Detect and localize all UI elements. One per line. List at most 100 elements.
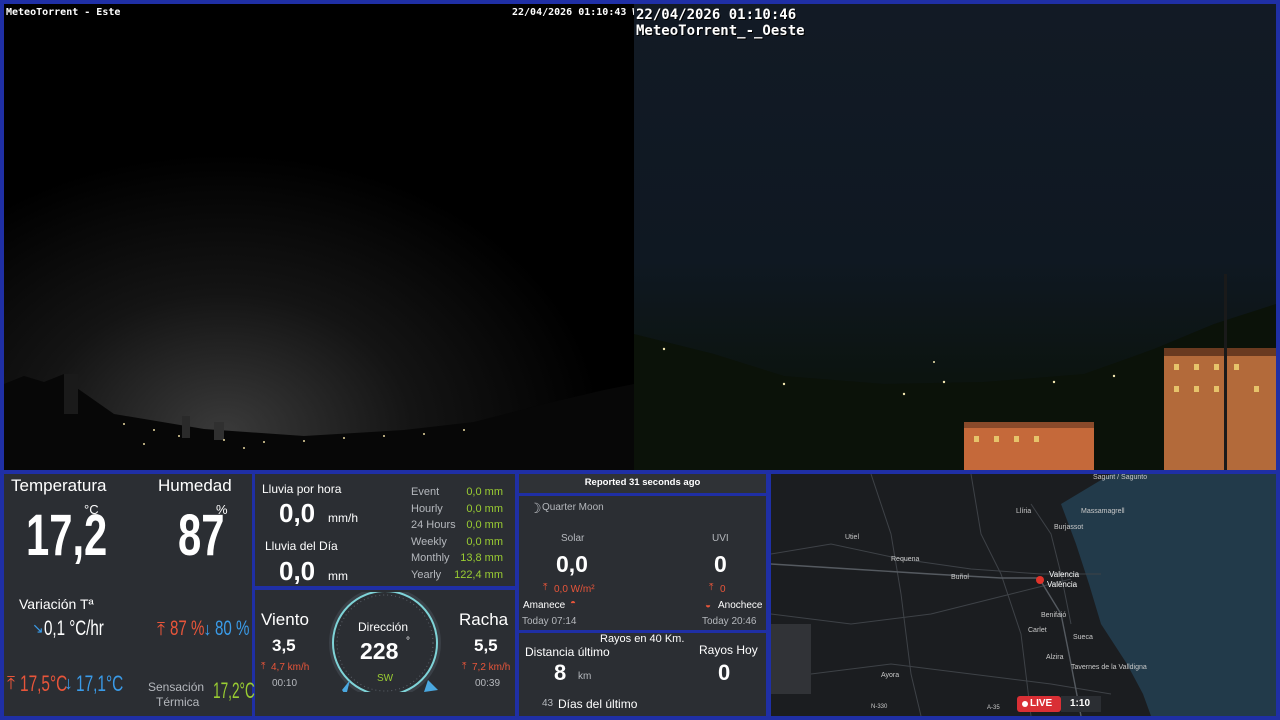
temperature-unit: °C bbox=[84, 502, 99, 517]
moon-icon: ☽ bbox=[529, 500, 542, 516]
map-town: València bbox=[1047, 580, 1078, 589]
humidity-title: Humedad bbox=[158, 476, 232, 495]
map-town: Buñol bbox=[951, 574, 969, 581]
map-road-label: N-330 bbox=[871, 704, 888, 710]
uvi-max: 0 bbox=[720, 584, 726, 595]
temperature-min: 17,1°C bbox=[76, 671, 124, 696]
wind-title: Viento bbox=[261, 610, 309, 629]
map-road-label: A-35 bbox=[987, 705, 1000, 711]
sunrise-title: Amanece bbox=[523, 600, 566, 611]
east-camera-title: MeteoTorrent - Este bbox=[6, 7, 121, 18]
lightning-days-value: 43 bbox=[542, 698, 554, 709]
rain-row: Yearly 122,4 mm bbox=[411, 568, 503, 581]
max-arrow-icon: ⤒ bbox=[157, 619, 165, 639]
temperature-max: 17,5°C bbox=[20, 671, 68, 696]
map-town: Carlet bbox=[1028, 627, 1047, 634]
temperature-title: Temperatura bbox=[11, 476, 107, 495]
humidity-min: 80 % bbox=[215, 617, 250, 640]
solar-max-arrow-icon: ⤒ bbox=[543, 582, 548, 593]
rain-row: Monthly 13,8 mm bbox=[411, 552, 503, 564]
map-town: Llíria bbox=[1016, 508, 1032, 515]
direction-value: 228 bbox=[360, 638, 399, 664]
west-camera-title: MeteoTorrent_-_Oeste bbox=[636, 23, 805, 39]
reported-text: Reported 31 seconds ago bbox=[584, 477, 701, 488]
gust-title: Racha bbox=[459, 610, 509, 629]
wind-panel: Viento 3,5 ⤒ 4,7 km/h 00:10 Dirección 22… bbox=[255, 590, 515, 716]
rain-totals-list: Event 0,0 mm Hourly 0,0 mm 24 Hours 0,0 mm … bbox=[410, 486, 510, 585]
rain-hourly-value: 0,0 bbox=[279, 498, 316, 528]
rain-day-title: Lluvia del Día bbox=[265, 539, 338, 553]
lightning-distance-unit: km bbox=[578, 671, 592, 682]
map-town: Valencia bbox=[1049, 570, 1080, 579]
station-location-marker bbox=[1036, 576, 1044, 584]
live-label: LIVE bbox=[1030, 698, 1053, 709]
feels-like-value: 17,2°C bbox=[213, 678, 255, 703]
gust-max-arrow-icon: ⤒ bbox=[462, 661, 467, 672]
gust-direction-pointer bbox=[424, 680, 438, 692]
temp-max-arrow-icon: ⤒ bbox=[7, 673, 15, 693]
humidity-max: 87 % bbox=[170, 617, 205, 640]
rain-row: 24 Hours 0,0 mm bbox=[411, 519, 503, 531]
lightning-days-label: Días del último bbox=[558, 697, 638, 711]
lightning-distance-title: Distancia último bbox=[525, 645, 610, 659]
gust-max: 7,2 km/h bbox=[472, 662, 511, 673]
map-time-box: 1:10 bbox=[1061, 696, 1101, 712]
direction-title: Dirección bbox=[358, 620, 409, 634]
map-town: Requena bbox=[891, 556, 920, 563]
map-town: Sagunt / Sagunto bbox=[1093, 474, 1148, 481]
map-town: Benifaió bbox=[1041, 612, 1067, 619]
gust-max-time: 00:39 bbox=[475, 678, 501, 689]
map-town: Utiel bbox=[845, 534, 860, 541]
solar-max: 0,0 W/m² bbox=[554, 584, 595, 595]
map-town: Burjassot bbox=[1054, 524, 1084, 531]
solar-title: Solar bbox=[561, 533, 585, 544]
solar-value: 0,0 bbox=[556, 551, 588, 577]
variation-value: 0,1 °C/hr bbox=[44, 617, 104, 640]
trend-down-icon: ↘ bbox=[32, 620, 44, 636]
rain-row: Hourly 0,0 mm bbox=[411, 502, 503, 515]
temp-min-arrow-icon: ↓ bbox=[64, 673, 73, 693]
moon-phase: Quarter Moon bbox=[542, 502, 604, 513]
rain-row: Weekly 0,0 mm bbox=[411, 535, 503, 548]
lightning-panel: Rayos en 40 Km. Distancia último 8 km Ra… bbox=[519, 633, 766, 716]
direction-unit: ° bbox=[406, 636, 410, 647]
wind-max-arrow-icon: ⤒ bbox=[261, 661, 266, 672]
uvi-value: 0 bbox=[714, 551, 727, 577]
sunrise-icon: ◓ bbox=[570, 598, 577, 609]
feels-like-label-1: Sensación bbox=[148, 680, 205, 694]
rain-hourly-title: Lluvia por hora bbox=[262, 482, 342, 496]
lightning-map[interactable]: Sagunt / Sagunto Massamagrell Llíria Bur… bbox=[771, 474, 1276, 716]
sunset-title: Anochece bbox=[718, 600, 763, 611]
humidity-unit: % bbox=[216, 502, 228, 517]
live-dot-icon bbox=[1022, 701, 1028, 707]
west-city-skyline bbox=[634, 274, 1276, 470]
solar-panel: ☽ Quarter Moon Solar 0,0 ⤒ 0,0 W/m² UVI … bbox=[519, 496, 766, 630]
map-time: 1:10 bbox=[1070, 698, 1091, 709]
map-town: Alzira bbox=[1046, 654, 1064, 661]
sunset-icon: ◒ bbox=[705, 600, 712, 611]
wind-value: 3,5 bbox=[272, 636, 296, 655]
reported-bar: Reported 31 seconds ago bbox=[519, 474, 766, 493]
uvi-title: UVI bbox=[712, 533, 729, 544]
wind-max: 4,7 km/h bbox=[271, 662, 310, 673]
sunrise-time: Today 07:14 bbox=[522, 616, 577, 627]
lightning-title: Rayos en 40 Km. bbox=[600, 633, 685, 645]
rain-hourly-unit: mm/h bbox=[328, 511, 358, 525]
rain-day-value: 0,0 bbox=[279, 556, 316, 586]
east-camera-timestamp: 22/04/2026 01:10:43 WED bbox=[512, 7, 634, 18]
camera-west-view: 22/04/2026 01:10:46 MeteoTorrent_-_Oeste bbox=[634, 4, 1276, 470]
east-city-skyline bbox=[4, 4, 634, 470]
gust-value: 5,5 bbox=[474, 636, 498, 655]
lightning-distance-value: 8 bbox=[554, 660, 567, 685]
west-camera-timestamp: 22/04/2026 01:10:46 bbox=[636, 7, 797, 23]
live-badge[interactable]: LIVE bbox=[1017, 696, 1061, 712]
min-arrow-icon: ↓ bbox=[203, 619, 212, 639]
variation-title: Variación Tª bbox=[19, 596, 94, 612]
direction-cardinal: SW bbox=[377, 673, 394, 684]
feels-like-label-2: Térmica bbox=[156, 695, 200, 709]
map-town: Tavernes de la Valldigna bbox=[1071, 664, 1147, 671]
temperature-panel: Temperatura 17,2 °C Humedad 87 % Variaci… bbox=[4, 474, 255, 716]
map-town: Sueca bbox=[1073, 634, 1093, 641]
rain-panel: Lluvia por hora 0,0 mm/h Lluvia del Día … bbox=[255, 474, 515, 586]
sunset-time: Today 20:46 bbox=[702, 616, 757, 627]
